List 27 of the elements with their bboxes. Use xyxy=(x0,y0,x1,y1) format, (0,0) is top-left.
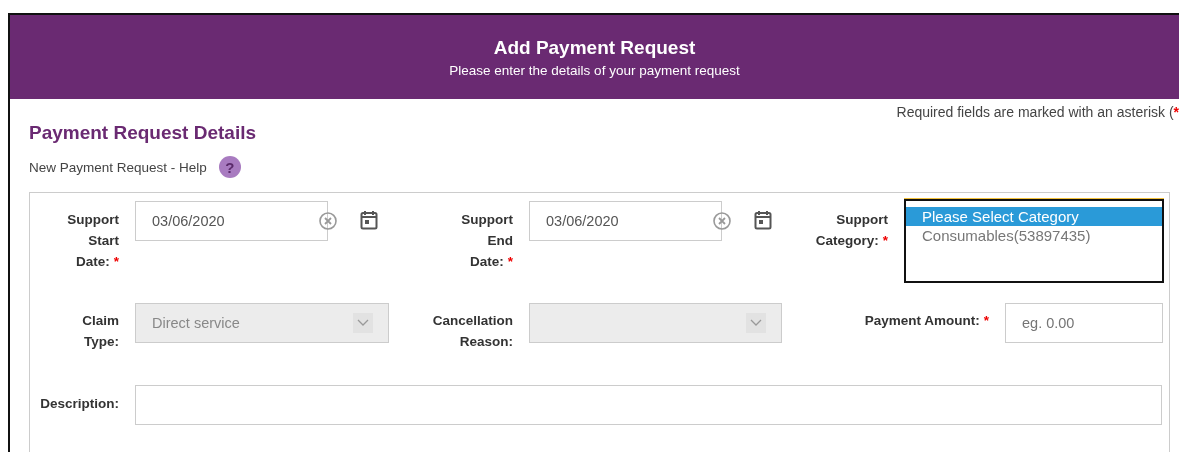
category-listbox[interactable]: Please Select Category Consumables(53897435) xyxy=(904,199,1164,283)
field-label: Cancellation Reason: xyxy=(432,313,513,349)
date-field[interactable]: 03/06/2020 xyxy=(135,201,328,241)
calendar-icon[interactable] xyxy=(754,210,772,230)
field-label: Description: xyxy=(40,396,119,411)
field-label: Support Start Date: * xyxy=(67,212,119,269)
chevron-icon xyxy=(353,313,373,333)
listbox-option[interactable]: Consumables(53897435) xyxy=(906,226,1162,245)
help-icon[interactable]: ? xyxy=(218,156,241,178)
field-label: Claim Type: xyxy=(82,313,119,349)
calendar-icon[interactable] xyxy=(360,210,378,230)
field-label: Support Category: * xyxy=(815,212,888,248)
required-note: Required fields are marked with an asterisk ( xyxy=(896,104,1174,120)
field-label: Support End Date: * xyxy=(461,212,513,269)
page-title: Add Payment Request xyxy=(493,36,696,59)
date-field[interactable]: 03/06/2020 xyxy=(529,201,722,241)
field-label: Payment Amount: * xyxy=(864,313,989,328)
description-input[interactable] xyxy=(135,385,1162,425)
listbox-option[interactable]: Please Select Category xyxy=(906,207,1162,226)
section-title: Payment Request Details xyxy=(29,122,258,144)
chevron-icon xyxy=(746,313,766,333)
clear-icon[interactable] xyxy=(318,211,338,231)
amount-input[interactable]: eg. 0.00 xyxy=(1005,303,1163,343)
page-subtitle: Please enter the details of your payment request xyxy=(449,62,740,78)
clear-icon[interactable] xyxy=(712,211,732,231)
help-text: New Payment Request - Help xyxy=(29,159,207,175)
required-asterisk: * xyxy=(1173,104,1179,120)
